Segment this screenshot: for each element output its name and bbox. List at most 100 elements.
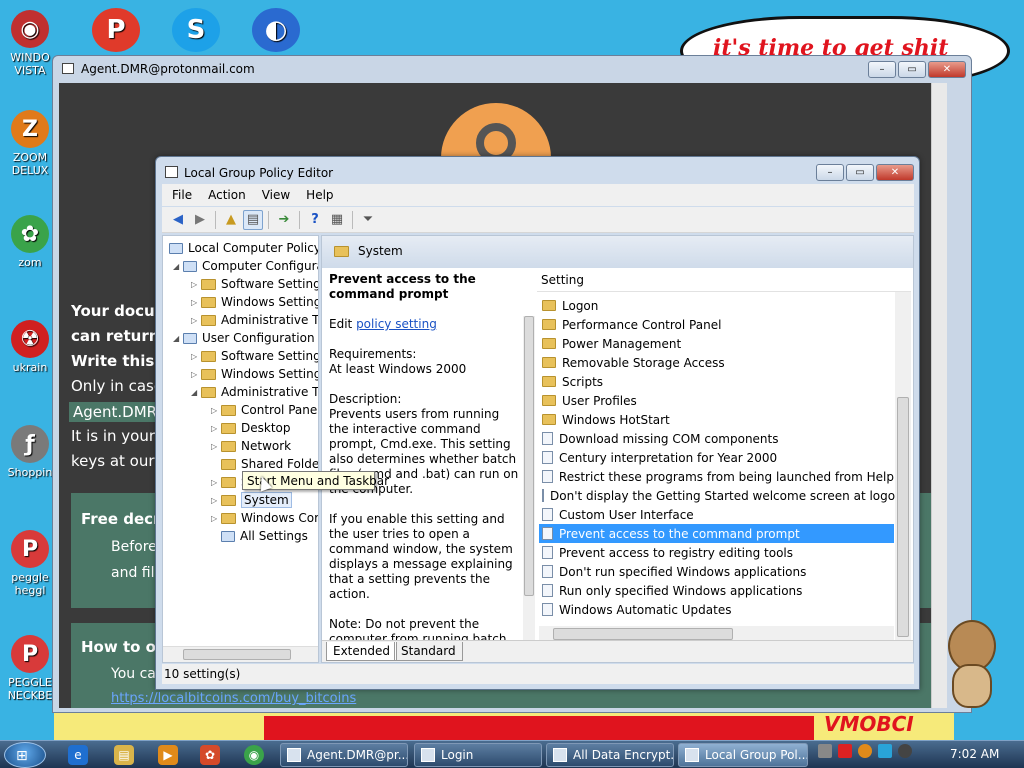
tab-standard[interactable]: Standard — [394, 642, 463, 661]
filter-icon[interactable]: ⏷ — [358, 210, 378, 230]
expand-arrow-icon[interactable]: ▷ — [211, 514, 221, 523]
tree-hscrollbar[interactable] — [163, 646, 318, 662]
clock[interactable]: 7:02 AM — [950, 747, 999, 761]
setting-row[interactable]: Scripts — [539, 372, 894, 391]
setting-row[interactable]: Performance Control Panel — [539, 315, 894, 334]
setting-row[interactable]: Prevent access to registry editing tools — [539, 543, 894, 562]
expand-arrow-icon[interactable]: ▷ — [191, 298, 201, 307]
tray-volume-icon[interactable] — [898, 744, 912, 758]
forward-icon[interactable]: ▶ — [190, 210, 210, 230]
tree-pane[interactable]: Local Computer Policy ◢ Computer Configura… — [162, 235, 319, 663]
description-scrollbar[interactable] — [523, 316, 535, 642]
edit-policy-link[interactable]: policy setting — [356, 317, 437, 331]
menu-file[interactable]: File — [172, 188, 192, 206]
up-folder-icon[interactable]: ▲ — [221, 210, 241, 230]
tree-node[interactable]: ▷ Network — [211, 437, 291, 455]
expand-arrow-icon[interactable]: ▷ — [211, 478, 221, 487]
desktop-icon[interactable]: ✿ zom — [6, 215, 54, 269]
setting-row[interactable]: Download missing COM components — [539, 429, 894, 448]
tray-icon-2[interactable] — [838, 744, 852, 758]
expand-arrow-icon[interactable]: ▷ — [191, 370, 201, 379]
tree-node[interactable]: ◢ Computer Configura — [173, 257, 318, 275]
show-hide-tree-icon[interactable]: ▤ — [243, 209, 263, 230]
expand-arrow-icon[interactable]: ◢ — [191, 388, 201, 397]
taskbar-button[interactable]: Agent.DMR@pr... — [280, 743, 408, 767]
media-player-icon[interactable]: ▶ — [158, 745, 178, 765]
tree-node[interactable]: ▷ Control Panel — [211, 401, 318, 419]
app-icon[interactable]: ✿ — [200, 745, 220, 765]
setting-row[interactable]: Removable Storage Access — [539, 353, 894, 372]
taskbar-button[interactable]: Login — [414, 743, 542, 767]
setting-row[interactable]: Don't run specified Windows applications — [539, 562, 894, 581]
tray-icon-1[interactable] — [818, 744, 832, 758]
setting-row[interactable]: Logon — [539, 296, 894, 315]
expand-arrow-icon[interactable]: ◢ — [173, 334, 183, 343]
desktop-icon[interactable]: P PEGGLE NECKBE — [6, 635, 54, 702]
list-vscrollbar[interactable] — [895, 292, 911, 642]
desktop-icon[interactable]: ◉ WINDO VISTA — [6, 10, 54, 77]
setting-row[interactable]: Custom User Interface — [539, 505, 894, 524]
desktop-icon[interactable]: ☢ ukrain — [6, 320, 54, 374]
setting-row[interactable]: Prevent access to the command prompt — [539, 524, 894, 543]
tree-node[interactable]: ▷ Software Settings — [191, 347, 318, 365]
bitcoin-link[interactable]: https://localbitcoins.com/buy_bitcoins — [111, 691, 356, 706]
desktop-icon[interactable]: ƒ Shoppin — [6, 425, 54, 479]
desktop-icon[interactable]: Z ZOOM DELUX — [6, 110, 54, 177]
tray-search-icon[interactable] — [858, 744, 872, 758]
taskbar-button[interactable]: Local Group Pol... — [678, 743, 808, 767]
tree-node[interactable]: ▷ System — [211, 491, 292, 509]
menu-view[interactable]: View — [262, 188, 290, 206]
menu-action[interactable]: Action — [208, 188, 246, 206]
help-icon[interactable]: ? — [305, 210, 325, 230]
tree-node[interactable]: ▷ Administrative Te — [191, 311, 318, 329]
expand-arrow-icon[interactable]: ▷ — [191, 316, 201, 325]
expand-arrow-icon[interactable]: ▷ — [211, 406, 221, 415]
expand-arrow-icon[interactable]: ▷ — [211, 496, 221, 505]
browser-title-bar[interactable]: Agent.DMR@protonmail.com — [53, 56, 971, 82]
expand-arrow-icon[interactable]: ▷ — [211, 442, 221, 451]
properties-icon[interactable]: ▦ — [327, 210, 347, 230]
explorer-icon[interactable]: ▤ — [114, 745, 134, 765]
gpedit-close-button[interactable]: ✕ — [876, 164, 914, 181]
tray-icon-4[interactable] — [878, 744, 892, 758]
tree-node[interactable]: ▷ Desktop — [211, 419, 291, 437]
start-button[interactable]: ⊞ — [4, 742, 46, 768]
setting-row[interactable]: Power Management — [539, 334, 894, 353]
browser-scrollbar[interactable] — [931, 83, 947, 708]
expand-arrow-icon[interactable]: ▷ — [191, 280, 201, 289]
setting-row[interactable]: Windows HotStart — [539, 410, 894, 429]
expand-arrow-icon[interactable]: ◢ — [173, 262, 183, 271]
menu-help[interactable]: Help — [306, 188, 333, 206]
tree-node[interactable]: ▷ Windows Cor — [211, 509, 318, 527]
setting-row[interactable]: Century interpretation for Year 2000 — [539, 448, 894, 467]
close-button[interactable]: ✕ — [928, 61, 966, 78]
tree-node[interactable]: ◢ User Configuration — [173, 329, 315, 347]
expand-arrow-icon[interactable]: ▷ — [211, 424, 221, 433]
export-list-icon[interactable]: ➔ — [274, 210, 294, 230]
tab-extended[interactable]: Extended — [326, 642, 397, 661]
maximize-button[interactable]: ▭ — [898, 61, 926, 78]
back-icon[interactable]: ◀ — [168, 210, 188, 230]
setting-row[interactable]: Restrict these programs from being launc… — [539, 467, 894, 486]
gpedit-window[interactable]: Local Group Policy Editor – ▭ ✕ File Act… — [155, 156, 920, 690]
gpedit-minimize-button[interactable]: – — [816, 164, 844, 181]
tree-node[interactable]: ▷ Windows Setting — [191, 293, 318, 311]
gpedit-maximize-button[interactable]: ▭ — [846, 164, 874, 181]
tree-node[interactable]: ▷ Windows Setting — [191, 365, 318, 383]
chrome-icon[interactable]: ◉ — [244, 745, 264, 765]
gpedit-title-bar[interactable]: Local Group Policy Editor — [156, 157, 919, 187]
tree-node[interactable]: ▷ Software Settings — [191, 275, 318, 293]
ie-icon[interactable]: e — [68, 745, 88, 765]
tree-node[interactable]: ◢ Administrative Te — [191, 383, 318, 401]
settings-list[interactable]: Setting Logon Performance Control Panel Po… — [537, 268, 911, 642]
setting-row[interactable]: Run only specified Windows applications — [539, 581, 894, 600]
setting-row[interactable]: Windows Automatic Updates — [539, 600, 894, 619]
setting-row[interactable]: User Profiles — [539, 391, 894, 410]
setting-row[interactable]: Don't display the Getting Started welcom… — [539, 486, 903, 505]
expand-arrow-icon[interactable]: ▷ — [191, 352, 201, 361]
tree-node[interactable]: Local Computer Policy — [169, 239, 318, 257]
skype-icon[interactable]: S — [172, 8, 220, 52]
globe-icon[interactable]: ◐ — [252, 8, 300, 52]
taskbar-button[interactable]: All Data Encrypt... — [546, 743, 674, 767]
tree-node[interactable]: All Settings — [211, 527, 308, 545]
